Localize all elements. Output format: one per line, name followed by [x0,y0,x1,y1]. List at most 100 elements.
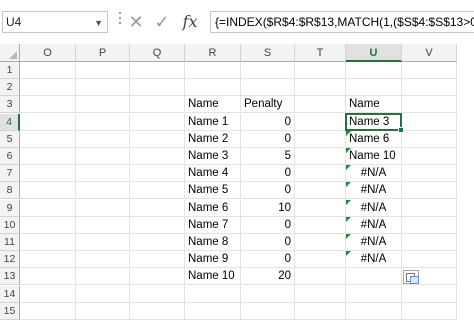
cell[interactable] [185,302,241,320]
cell[interactable] [295,285,346,303]
result-cell[interactable]: Name 6 [346,130,402,148]
cell[interactable] [295,165,346,183]
cell[interactable] [20,285,76,303]
cell[interactable] [295,216,346,234]
error-cell[interactable]: #N/A [346,165,402,183]
row-header-11[interactable]: 11 [0,234,20,251]
chevron-down-icon[interactable]: ▼ [94,13,103,33]
table-header-penalty[interactable]: Penalty [241,96,295,114]
insert-function-button[interactable]: fx [178,12,202,32]
name-cell[interactable]: Name 10 [185,268,241,286]
cell[interactable] [76,165,130,183]
cell[interactable] [76,234,130,251]
cell[interactable] [130,285,185,303]
cell[interactable] [76,182,130,200]
error-indicator-icon[interactable] [346,165,351,171]
penalty-cell[interactable]: 10 [241,199,295,217]
name-cell[interactable]: Name 7 [185,216,241,234]
row-header-8[interactable]: 8 [0,182,20,200]
cell[interactable] [402,165,457,183]
cell[interactable] [20,130,76,148]
cell[interactable] [402,302,457,320]
column-header-o[interactable]: O [20,44,76,62]
row-header-9[interactable]: 9 [0,199,20,217]
cell[interactable] [20,96,76,114]
cell[interactable] [295,268,346,286]
error-cell[interactable]: #N/A [346,234,402,251]
cell[interactable] [20,148,76,165]
cell[interactable] [402,199,457,217]
cell[interactable] [130,148,185,165]
cell[interactable] [76,130,130,148]
cell[interactable] [20,199,76,217]
cell[interactable] [20,251,76,269]
penalty-cell[interactable]: 0 [241,113,295,131]
checkmark-icon[interactable]: ✓ [150,12,174,32]
formula-bar-resize-handle[interactable] [118,9,123,35]
cell[interactable] [20,113,76,131]
cell[interactable] [402,96,457,114]
error-indicator-icon[interactable] [346,130,351,136]
name-box[interactable]: U4 ▼ [2,11,108,33]
cell[interactable] [76,285,130,303]
result-header[interactable]: Name [346,96,402,114]
cell[interactable] [20,302,76,320]
cell[interactable] [76,96,130,114]
cell[interactable] [20,62,76,79]
cell[interactable] [20,234,76,251]
cell[interactable] [130,113,185,131]
row-header-12[interactable]: 12 [0,251,20,269]
cell[interactable] [346,62,402,79]
row-header-1[interactable]: 1 [0,62,20,79]
cell[interactable] [185,62,241,79]
row-header-14[interactable]: 14 [0,285,20,303]
penalty-cell[interactable]: 0 [241,165,295,183]
cancel-x-icon[interactable]: ✕ [124,12,148,32]
error-cell[interactable]: #N/A [346,199,402,217]
cell[interactable] [295,113,346,131]
error-indicator-icon[interactable] [346,251,351,257]
cell[interactable] [295,302,346,320]
cell[interactable] [130,216,185,234]
row-header-3[interactable]: 3 [0,96,20,114]
cell[interactable] [130,165,185,183]
cell[interactable] [241,302,295,320]
row-header-10[interactable]: 10 [0,216,20,234]
column-header-u[interactable]: U [346,44,402,62]
name-cell[interactable]: Name 8 [185,234,241,251]
cell[interactable] [20,182,76,200]
cell[interactable] [130,96,185,114]
cell[interactable] [76,148,130,165]
cell[interactable] [130,130,185,148]
name-cell[interactable]: Name 1 [185,113,241,131]
cell[interactable] [185,79,241,97]
cell[interactable] [402,148,457,165]
cell[interactable] [20,268,76,286]
cell[interactable] [241,79,295,97]
cell[interactable] [295,199,346,217]
column-header-v[interactable]: V [402,44,457,62]
penalty-cell[interactable]: 20 [241,268,295,286]
cell[interactable] [402,234,457,251]
cell[interactable] [76,216,130,234]
cell[interactable] [185,285,241,303]
cell[interactable] [241,285,295,303]
cell[interactable] [130,268,185,286]
cell[interactable] [295,130,346,148]
cell[interactable] [76,62,130,79]
row-header-6[interactable]: 6 [0,148,20,165]
cell[interactable] [346,79,402,97]
cell[interactable] [402,79,457,97]
cell[interactable] [76,199,130,217]
name-cell[interactable]: Name 5 [185,182,241,200]
column-header-r[interactable]: R [185,44,241,62]
penalty-cell[interactable]: 0 [241,130,295,148]
cell[interactable] [295,234,346,251]
column-header-p[interactable]: P [76,44,130,62]
cell[interactable] [130,302,185,320]
error-indicator-icon[interactable] [346,216,351,222]
error-cell[interactable]: #N/A [346,182,402,200]
cell[interactable] [402,251,457,269]
name-cell[interactable]: Name 4 [185,165,241,183]
name-cell[interactable]: Name 2 [185,130,241,148]
